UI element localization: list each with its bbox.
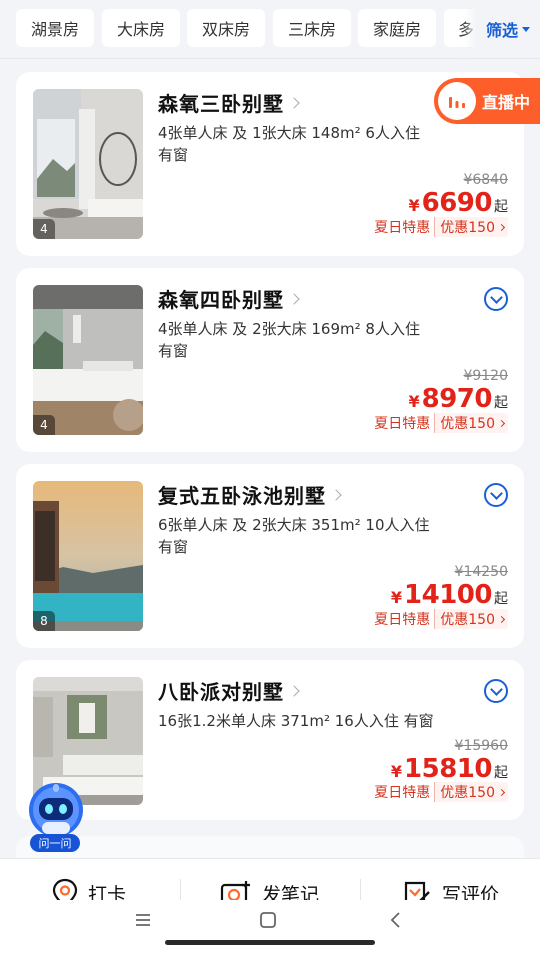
live-bars-icon — [438, 82, 476, 120]
room-card[interactable]: 八卧派对别墅 16张1.2米单人床 371m² 16人入住 有窗 ¥15960 … — [16, 660, 524, 820]
filter-chip-king-bed[interactable]: 大床房 — [102, 9, 180, 47]
price-value: 15810 — [404, 754, 492, 784]
room-description: 4张单人床 及 1张大床 148m² 6人入住 有窗 — [158, 122, 420, 166]
discount-text: 优惠150 — [440, 785, 495, 801]
room-window: 有窗 — [158, 342, 189, 360]
price-suffix: 起 — [494, 591, 508, 607]
room-description: 6张单人床 及 2张大床 351m² 10人入住 有窗 — [158, 514, 430, 558]
room-title-link[interactable]: 八卧派对别墅 — [158, 676, 300, 705]
discount-text: 优惠150 — [440, 612, 495, 628]
filter-chip-twin-bed[interactable]: 双床房 — [187, 9, 265, 47]
photo-count: 4 — [33, 415, 55, 435]
filter-chip-family-room[interactable]: 家庭房 — [358, 9, 436, 47]
ask-assistant-button[interactable]: 问一问 — [26, 780, 88, 858]
chevron-right-icon — [497, 615, 506, 623]
ask-label: 问一问 — [30, 834, 80, 852]
chevron-right-icon — [330, 488, 342, 501]
discount-badge: 优惠150 — [434, 413, 508, 433]
price-suffix: 起 — [494, 199, 508, 215]
chevron-right-icon — [288, 292, 300, 305]
current-price: ¥ 14100 起 — [391, 580, 508, 610]
discount-text: 优惠150 — [440, 220, 495, 236]
expand-chevron-icon[interactable] — [484, 287, 508, 311]
photo-count: 8 — [33, 611, 55, 631]
expand-chevron-icon[interactable] — [484, 679, 508, 703]
promo-row[interactable]: 夏日特惠 优惠150 — [374, 413, 508, 433]
chevron-right-icon — [497, 223, 506, 231]
currency-symbol: ¥ — [408, 196, 420, 215]
room-card[interactable]: 8 复式五卧泳池别墅 6张单人床 及 2张大床 351m² 10人入住 有窗 ¥… — [16, 464, 524, 648]
filter-label: 筛选 — [485, 21, 518, 40]
chevron-right-icon — [288, 96, 300, 109]
original-price: ¥9120 — [463, 368, 508, 384]
current-price: ¥ 15810 起 — [391, 754, 508, 784]
home-icon[interactable] — [259, 911, 277, 929]
menu-icon[interactable] — [134, 912, 152, 928]
price-value: 8970 — [421, 384, 493, 414]
room-photo[interactable]: 4 — [33, 285, 143, 435]
original-price: ¥6840 — [463, 172, 508, 188]
promo-label: 夏日特惠 — [374, 612, 431, 628]
room-specs: 6张单人床 及 2张大床 351m² 10人入住 — [158, 516, 430, 534]
room-title-link[interactable]: 复式五卧泳池别墅 — [158, 480, 342, 509]
promo-row[interactable]: 夏日特惠 优惠150 — [374, 217, 508, 237]
price-suffix: 起 — [494, 395, 508, 411]
promo-label: 夏日特惠 — [374, 416, 431, 432]
home-indicator[interactable] — [165, 940, 375, 945]
current-price: ¥ 8970 起 — [408, 384, 508, 414]
room-window: 有窗 — [158, 538, 189, 556]
discount-badge: 优惠150 — [434, 609, 508, 629]
room-type-filter-bar: 湖景房 大床房 双床房 三床房 家庭房 多 筛选 — [0, 0, 540, 58]
system-navigation-bar — [0, 900, 540, 955]
room-window: 有窗 — [158, 146, 189, 164]
discount-badge: 优惠150 — [434, 217, 508, 237]
room-title-link[interactable]: 森氧四卧别墅 — [158, 284, 300, 313]
chevron-right-icon — [497, 788, 506, 796]
original-price: ¥15960 — [454, 738, 508, 754]
discount-badge: 优惠150 — [434, 782, 508, 802]
robot-mascot-icon — [29, 783, 83, 837]
divider — [0, 58, 540, 59]
promo-row[interactable]: 夏日特惠 优惠150 — [374, 609, 508, 629]
room-description: 16张1.2米单人床 371m² 16人入住 有窗 — [158, 710, 434, 732]
price-value: 6690 — [421, 188, 493, 218]
discount-text: 优惠150 — [440, 416, 495, 432]
price-suffix: 起 — [494, 765, 508, 781]
live-label: 直播中 — [482, 93, 531, 112]
promo-row[interactable]: 夏日特惠 优惠150 — [374, 782, 508, 802]
room-title: 森氧三卧别墅 — [158, 92, 284, 116]
room-title: 复式五卧泳池别墅 — [158, 484, 326, 508]
original-price: ¥14250 — [454, 564, 508, 580]
filter-button[interactable]: 筛选 — [476, 0, 540, 58]
price-value: 14100 — [404, 580, 492, 610]
currency-symbol: ¥ — [408, 392, 420, 411]
room-title: 八卧派对别墅 — [158, 680, 284, 704]
chevron-right-icon — [497, 419, 506, 427]
promo-label: 夏日特惠 — [374, 220, 431, 236]
photo-count: 4 — [33, 219, 55, 239]
room-specs: 4张单人床 及 2张大床 169m² 8人入住 — [158, 320, 420, 338]
room-photo[interactable]: 4 — [33, 89, 143, 239]
room-card[interactable]: 4 森氧四卧别墅 4张单人床 及 2张大床 169m² 8人入住 有窗 ¥912… — [16, 268, 524, 452]
filter-chip-lake-view[interactable]: 湖景房 — [16, 9, 94, 47]
room-specs: 4张单人床 及 1张大床 148m² 6人入住 — [158, 124, 420, 142]
back-icon[interactable] — [389, 911, 403, 929]
filter-chip-triple-bed[interactable]: 三床房 — [273, 9, 351, 47]
chevron-right-icon — [288, 684, 300, 697]
room-description: 4张单人床 及 2张大床 169m² 8人入住 有窗 — [158, 318, 420, 362]
expand-chevron-icon[interactable] — [484, 483, 508, 507]
room-title-link[interactable]: 森氧三卧别墅 — [158, 88, 300, 117]
live-stream-badge[interactable]: 直播中 — [434, 78, 540, 124]
room-title: 森氧四卧别墅 — [158, 288, 284, 312]
currency-symbol: ¥ — [390, 762, 403, 781]
currency-symbol: ¥ — [390, 588, 403, 607]
room-specs: 16张1.2米单人床 371m² 16人入住 有窗 — [158, 712, 434, 730]
promo-label: 夏日特惠 — [374, 785, 431, 801]
caret-down-icon — [522, 26, 530, 32]
room-photo[interactable]: 8 — [33, 481, 143, 631]
current-price: ¥ 6690 起 — [408, 188, 508, 218]
